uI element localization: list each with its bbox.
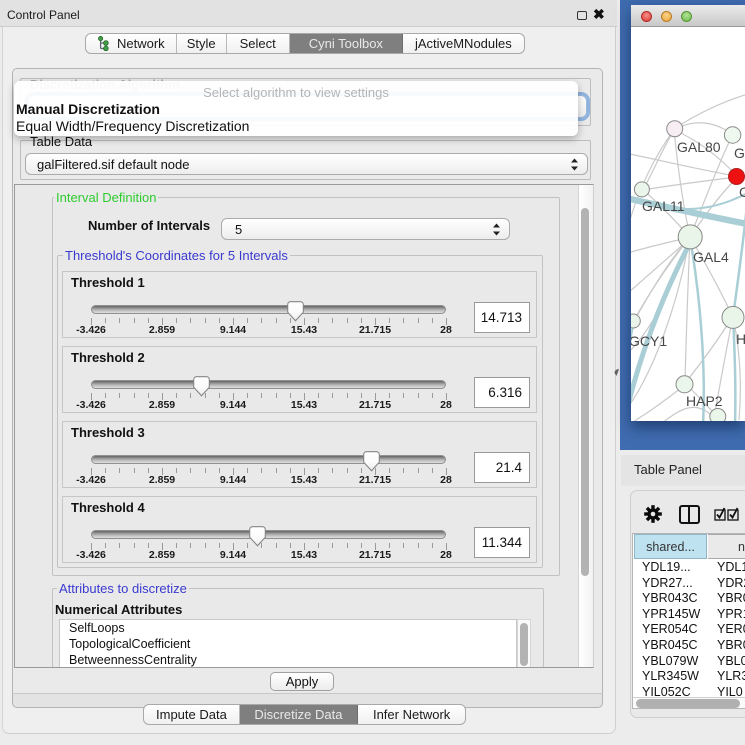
svg-text:HAP2: HAP2	[686, 393, 723, 409]
svg-text:GAL2: GAL2	[734, 145, 745, 161]
svg-text:GAL11: GAL11	[642, 198, 685, 214]
svg-text:GCY1: GCY1	[631, 333, 667, 349]
svg-text:C: C	[739, 184, 745, 200]
svg-text:GAL80: GAL80	[677, 139, 721, 155]
svg-text:GAL4: GAL4	[693, 249, 729, 265]
svg-text:HI: HI	[736, 331, 745, 347]
